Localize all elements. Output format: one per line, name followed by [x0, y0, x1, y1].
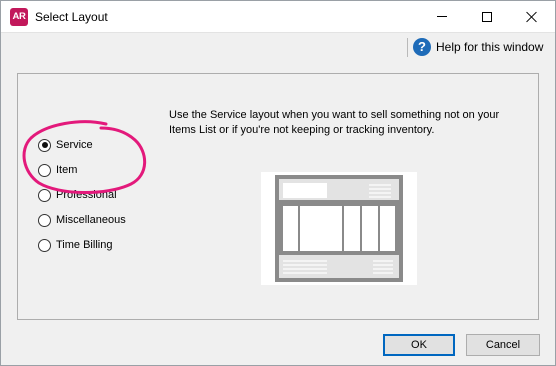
- radio-label: Time Billing: [56, 239, 113, 251]
- minimize-button[interactable]: [419, 1, 465, 32]
- help-icon: ?: [413, 38, 431, 56]
- radio-miscellaneous[interactable]: Miscellaneous: [38, 211, 126, 229]
- toolbar-divider: [407, 38, 408, 57]
- radio-button[interactable]: [38, 213, 51, 227]
- ok-button[interactable]: OK: [383, 334, 455, 356]
- layout-panel: Service Item Professional Miscellaneous …: [17, 73, 539, 320]
- radio-item[interactable]: Item: [38, 161, 77, 179]
- service-layout-preview-icon: [275, 175, 403, 282]
- minimize-icon: [437, 16, 447, 17]
- maximize-icon: [482, 11, 492, 22]
- close-button[interactable]: [509, 1, 555, 32]
- radio-service[interactable]: Service: [38, 136, 93, 154]
- radio-professional[interactable]: Professional: [38, 186, 117, 204]
- radio-label: Item: [56, 164, 78, 176]
- layout-description: Use the Service layout when you want to …: [169, 109, 500, 136]
- radio-label: Professional: [56, 189, 117, 201]
- radio-button[interactable]: [38, 238, 51, 252]
- radio-label: Miscellaneous: [56, 214, 126, 226]
- window-title: Select Layout: [35, 10, 108, 24]
- cancel-button[interactable]: Cancel: [466, 334, 540, 356]
- radio-button[interactable]: [38, 163, 51, 177]
- annotation-ring: [22, 120, 147, 194]
- radio-button-checked[interactable]: [38, 138, 51, 152]
- maximize-button[interactable]: [464, 1, 510, 32]
- help-label: Help for this window: [436, 40, 544, 54]
- layout-preview-image: [261, 172, 417, 285]
- close-icon: [526, 11, 538, 23]
- app-logo-icon: AR: [10, 8, 28, 26]
- radio-button[interactable]: [38, 188, 51, 202]
- select-layout-window: AR Select Layout ? Help for this window …: [0, 0, 556, 366]
- radio-time-billing[interactable]: Time Billing: [38, 236, 112, 254]
- help-for-this-window-button[interactable]: ? Help for this window: [413, 36, 543, 58]
- radio-label: Service: [56, 139, 93, 151]
- toolbar: ? Help for this window: [1, 32, 555, 60]
- title-bar[interactable]: AR Select Layout: [1, 1, 555, 32]
